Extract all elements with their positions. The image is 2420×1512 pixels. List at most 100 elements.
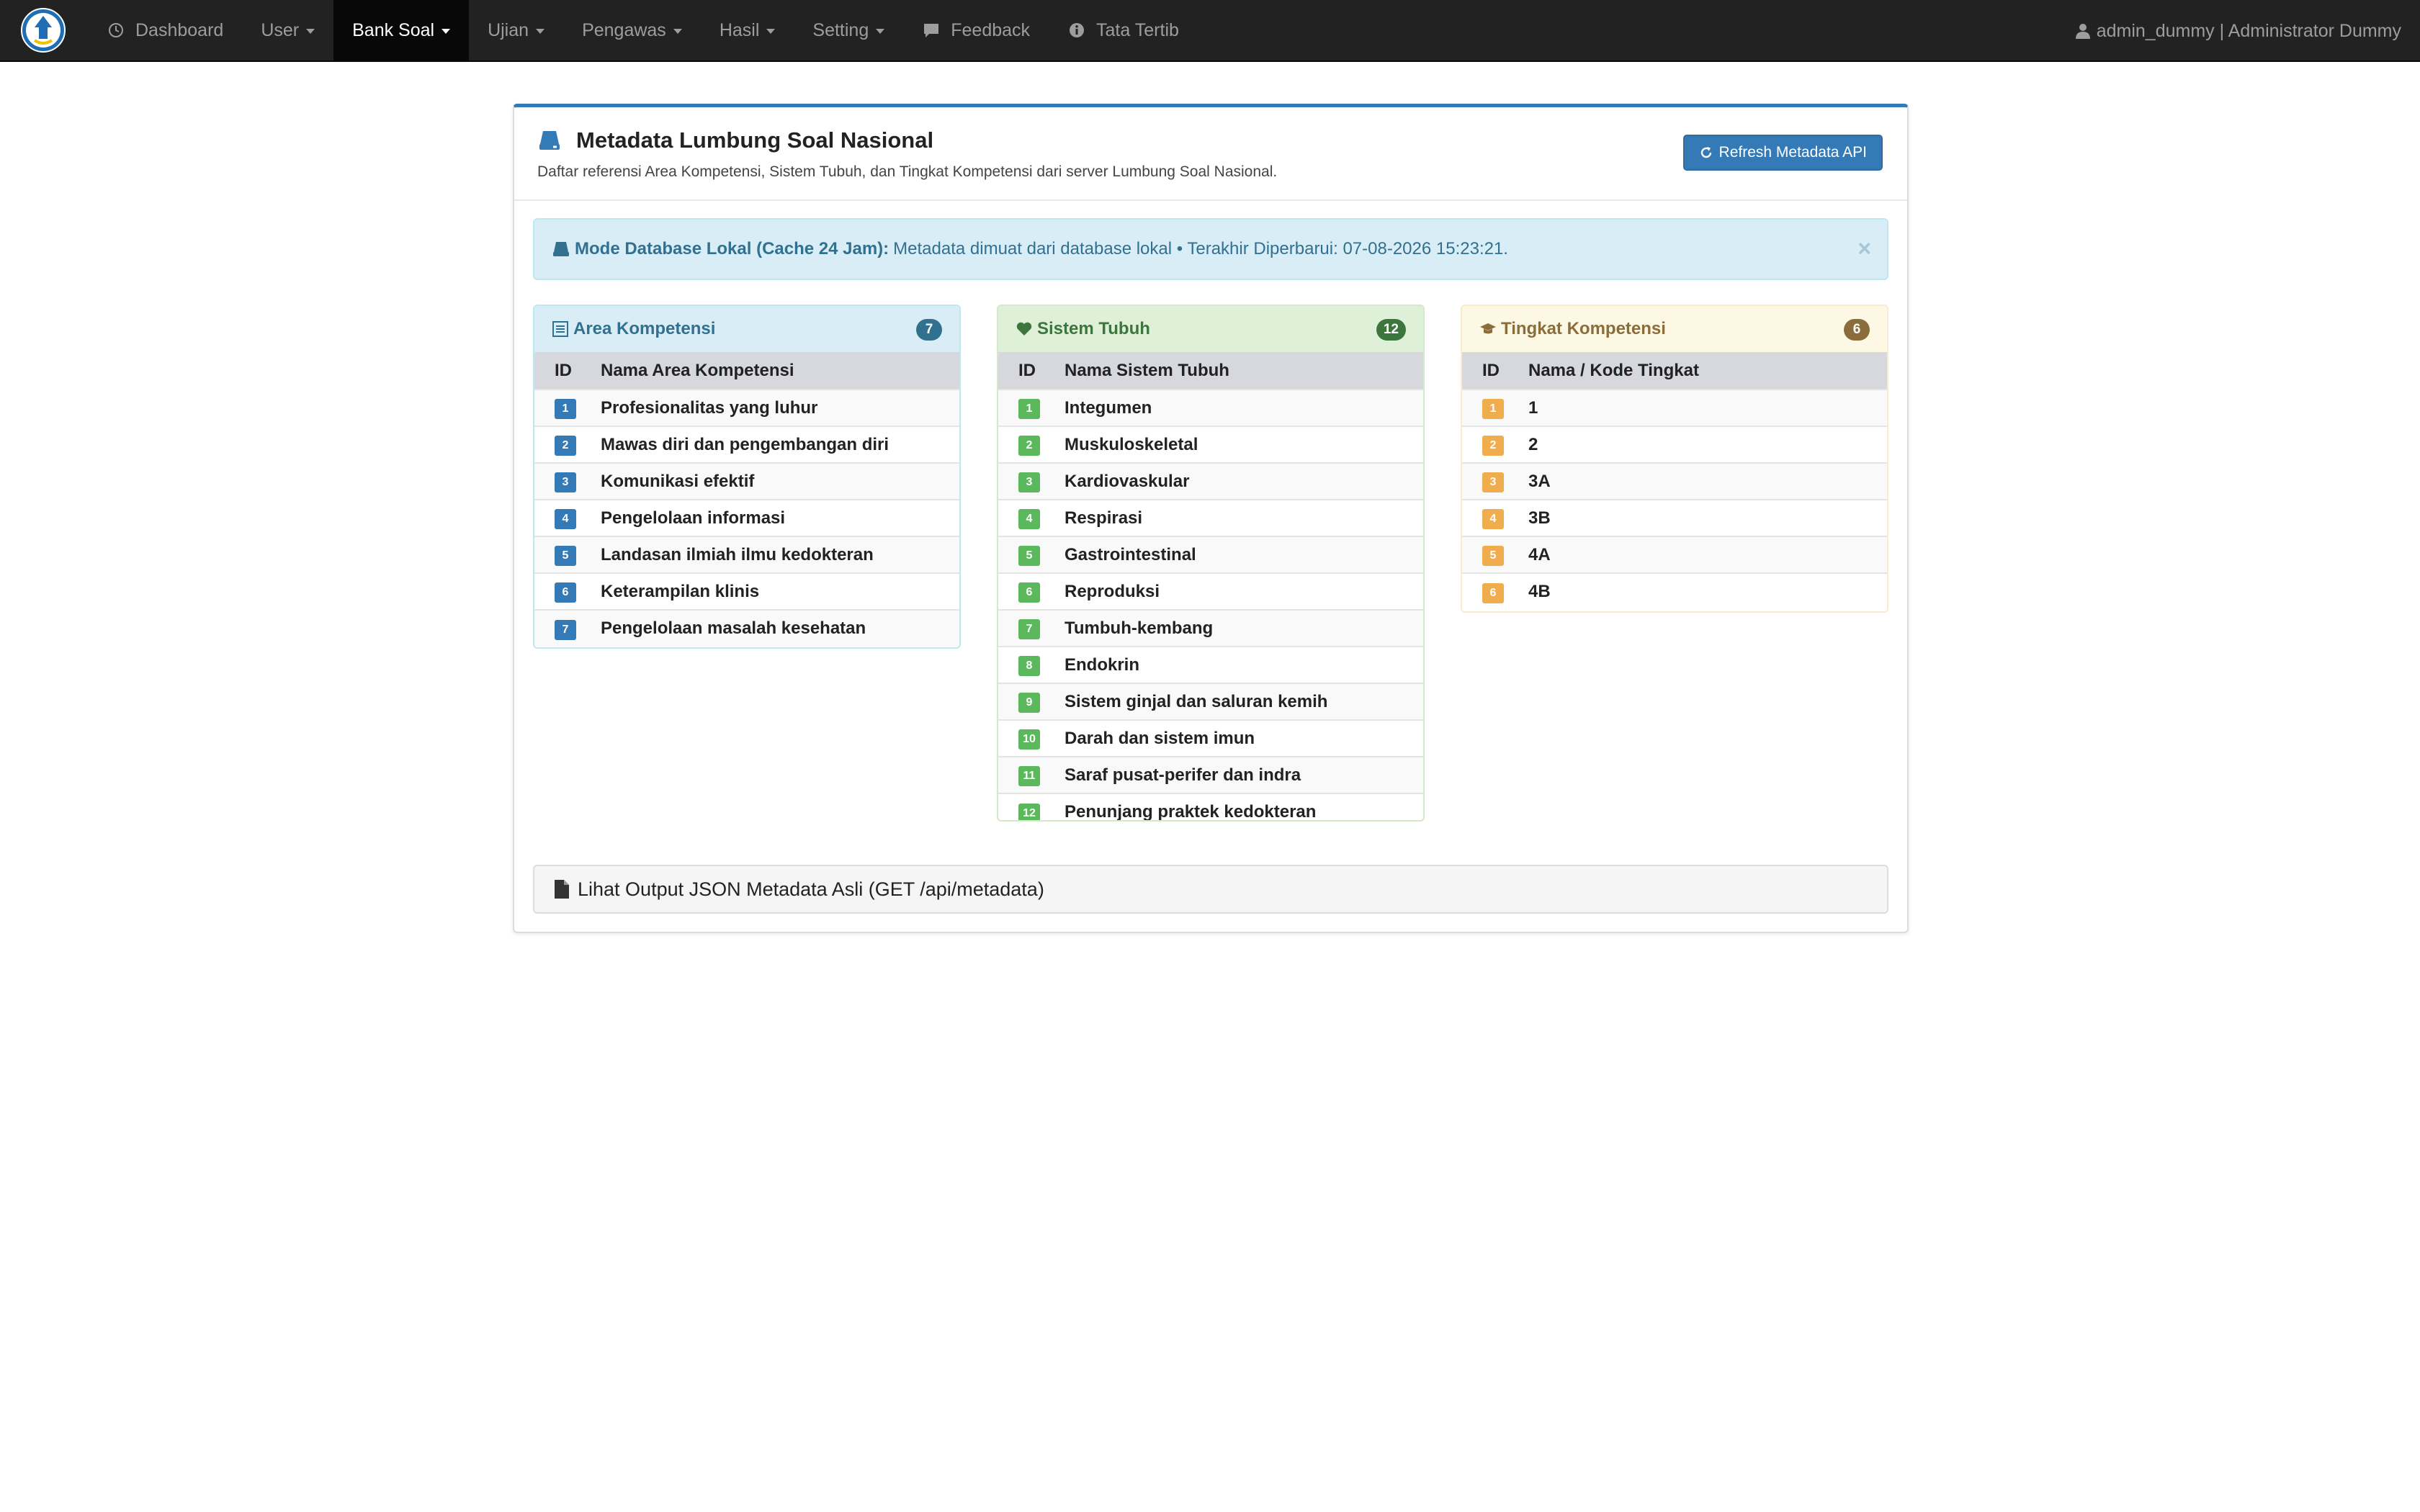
nav-item-hasil[interactable]: Hasil [701, 0, 794, 61]
nav-item-label: Tata Tertib [1096, 19, 1179, 40]
sistem-tubuh-card: Sistem Tubuh 12 ID Nama Sistem Tubuh 1 In… [997, 305, 1425, 822]
id-cell: 4 [1462, 500, 1528, 536]
refresh-button-label: Refresh Metadata API [1718, 144, 1867, 161]
name-cell: Penunjang praktek kedokteran [1065, 802, 1317, 822]
caret-down-icon [536, 29, 545, 34]
name-cell: 2 [1528, 434, 1538, 454]
caret-down-icon [876, 29, 885, 34]
top-navbar: Dashboard User Bank Soal Ujian Pengawas Hasil… [0, 0, 2420, 62]
table-row: 2 Mawas diri dan pengembangan diri [534, 426, 959, 463]
id-badge: 1 [1018, 399, 1040, 419]
alert-close-icon[interactable]: × [1857, 235, 1871, 262]
id-badge: 3 [1018, 472, 1040, 492]
id-badge: 3 [555, 472, 576, 492]
tingkat-kompetensi-card: Tingkat Kompetensi 6 ID Nama / Kode Ting… [1461, 305, 1888, 613]
nav-item-dashboard[interactable]: Dashboard [88, 0, 242, 61]
column-header-name: Nama Sistem Tubuh [1065, 360, 1229, 380]
nav-item-label: Dashboard [135, 19, 224, 40]
sistem-count-badge: 12 [1376, 319, 1406, 341]
id-badge: 7 [1018, 619, 1040, 639]
table-row: 4 3B [1462, 500, 1887, 536]
caret-down-icon [766, 29, 776, 34]
table-row: 5 Landasan ilmiah ilmu kedokteran [534, 536, 959, 573]
id-badge: 6 [555, 582, 576, 603]
table-row: 7 Pengelolaan masalah kesehatan [534, 610, 959, 647]
column-header-name: Nama Area Kompetensi [601, 360, 794, 380]
id-badge: 2 [1482, 436, 1504, 456]
name-cell: Tumbuh-kembang [1065, 618, 1214, 638]
id-badge: 6 [1018, 582, 1040, 603]
name-cell: Integumen [1065, 397, 1152, 418]
sistem-tubuh-header: Sistem Tubuh 12 [998, 306, 1423, 352]
id-badge: 1 [555, 399, 576, 419]
table-row: 1 Profesionalitas yang luhur [534, 390, 959, 426]
name-cell: Respirasi [1065, 508, 1143, 528]
nav-item-pengawas[interactable]: Pengawas [563, 0, 701, 61]
caret-down-icon [306, 29, 315, 34]
table-row: 3 3A [1462, 463, 1887, 500]
id-cell: 4 [534, 500, 601, 536]
nav-item-label: Setting [812, 19, 869, 40]
area-kompetensi-table: ID Nama Area Kompetensi 1 Profesionalitas… [534, 352, 959, 647]
nav-item-user[interactable]: User [242, 0, 333, 61]
table-row: 4 Pengelolaan informasi [534, 500, 959, 536]
table-row: 9 Sistem ginjal dan saluran kemih [998, 683, 1423, 720]
panel-header: Metadata Lumbung Soal Nasional Daftar re… [514, 107, 1907, 201]
nav-item-setting[interactable]: Setting [794, 0, 903, 61]
nav-item-tata-tertib[interactable]: Tata Tertib [1049, 0, 1198, 61]
cache-alert: Mode Database Lokal (Cache 24 Jam): Meta… [533, 218, 1888, 280]
name-cell: Keterampilan klinis [601, 581, 760, 601]
table-row: 5 4A [1462, 536, 1887, 573]
id-cell: 3 [1462, 463, 1528, 500]
column-header-id: ID [1018, 360, 1036, 380]
nav-item-label: Feedback [951, 19, 1031, 40]
id-badge: 2 [555, 436, 576, 456]
area-kompetensi-header: Area Kompetensi 7 [534, 306, 959, 352]
table-row: 6 Keterampilan klinis [534, 573, 959, 610]
id-badge: 2 [1018, 436, 1040, 456]
graduation-cap-icon [1479, 320, 1497, 338]
id-badge: 4 [1018, 509, 1040, 529]
nav-item-bank-soal[interactable]: Bank Soal [333, 0, 470, 61]
name-cell: 4B [1528, 582, 1551, 601]
heart-icon [1016, 320, 1033, 338]
id-cell: 4 [998, 500, 1065, 536]
nav-item-label: User [261, 19, 300, 40]
user-menu[interactable]: admin_dummy | Administrator Dummy [2074, 0, 2401, 62]
list-icon [552, 320, 569, 338]
id-badge: 12 [1018, 803, 1040, 820]
id-badge: 10 [1018, 729, 1040, 750]
id-badge: 8 [1018, 656, 1040, 676]
name-cell: Kardiovaskular [1065, 471, 1190, 491]
info-circle-icon [1067, 21, 1086, 40]
name-cell: Profesionalitas yang luhur [601, 397, 818, 418]
refresh-icon [1700, 147, 1711, 158]
nav-item-ujian[interactable]: Ujian [469, 0, 563, 61]
nav-item-label: Pengawas [582, 19, 666, 40]
id-cell: 3 [998, 463, 1065, 500]
table-row: 7 Tumbuh-kembang [998, 610, 1423, 647]
id-cell: 6 [1462, 573, 1528, 610]
table-row: 11 Saraf pusat-perifer dan indra [998, 757, 1423, 793]
id-cell: 10 [998, 720, 1065, 757]
name-cell: Sistem ginjal dan saluran kemih [1065, 691, 1328, 711]
name-cell: Saraf pusat-perifer dan indra [1065, 765, 1301, 785]
name-cell: 3A [1528, 471, 1551, 491]
page-title: Metadata Lumbung Soal Nasional [537, 127, 1884, 153]
id-badge: 7 [555, 619, 576, 640]
nav-item-feedback[interactable]: Feedback [903, 0, 1049, 61]
tut-wuri-handayani-logo[interactable] [20, 7, 66, 53]
sistem-tubuh-scroll-area[interactable]: ID Nama Sistem Tubuh 1 Integumen 2 Muskulos… [998, 352, 1423, 822]
id-badge: 5 [1482, 546, 1504, 566]
name-cell: Komunikasi efektif [601, 471, 755, 491]
name-cell: Muskuloskeletal [1065, 434, 1198, 454]
table-row: 10 Darah dan sistem imun [998, 720, 1423, 757]
id-cell: 1 [534, 390, 601, 426]
refresh-metadata-button[interactable]: Refresh Metadata API [1682, 135, 1883, 171]
id-cell: 2 [1462, 426, 1528, 463]
name-cell: Endokrin [1065, 654, 1140, 675]
json-output-toggle[interactable]: Lihat Output JSON Metadata Asli (GET /ap… [533, 865, 1888, 914]
table-row: 2 Muskuloskeletal [998, 426, 1423, 463]
name-cell: 3B [1528, 508, 1551, 528]
table-header-row: ID Nama Area Kompetensi [534, 352, 959, 390]
